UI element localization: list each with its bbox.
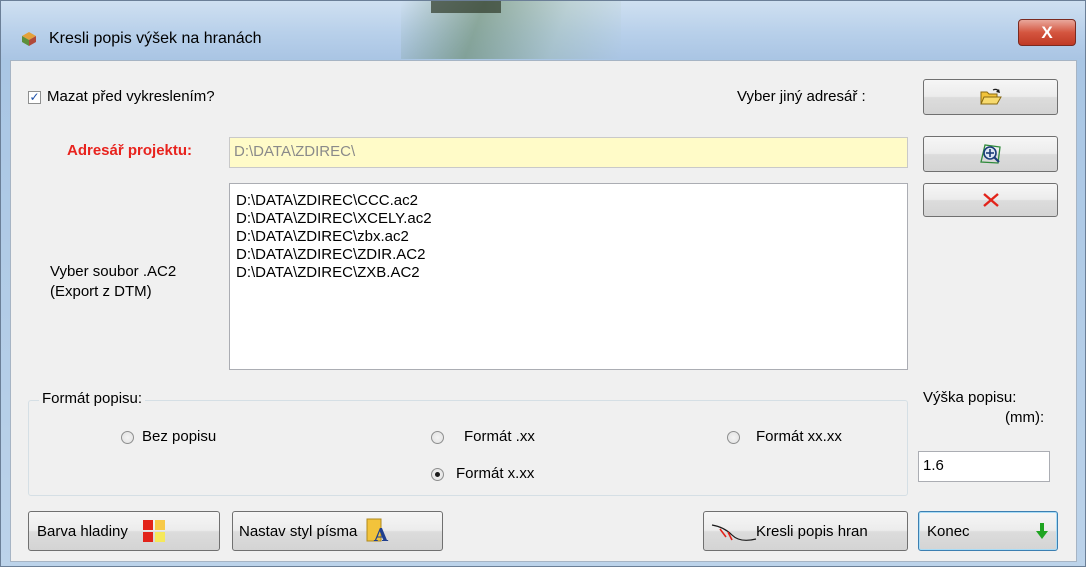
dialog-client-area: ✓ Mazat před vykreslením? Vyber jiný adr… <box>10 60 1077 562</box>
layer-color-button-label: Barva hladiny <box>37 522 128 540</box>
choose-dir-button[interactable] <box>923 79 1058 115</box>
height-input[interactable]: 1.6 <box>918 451 1050 482</box>
layer-color-button[interactable]: Barva hladiny <box>28 511 220 551</box>
file-select-sublabel: (Export z DTM) <box>50 283 152 300</box>
choose-dir-label: Vyber jiný adresář : <box>737 88 866 105</box>
radio-dot-xx[interactable] <box>431 431 444 444</box>
draw-edges-button-label: Kresli popis hran <box>756 522 868 540</box>
project-dir-label: Adresář projektu: <box>67 142 193 159</box>
title-bar[interactable]: Kresli popis výšek na hranách X <box>1 1 1085 59</box>
font-style-button-label: Nastav styl písma <box>239 522 358 540</box>
file-list-item[interactable]: D:\DATA\ZDIREC\XCELY.ac2 <box>236 210 901 228</box>
radio-x-xx-label: Formát x.xx <box>456 465 535 482</box>
radio-xx-xx-label: Formát xx.xx <box>756 428 842 445</box>
title-bar-background-fragment <box>431 1 501 13</box>
height-unit-label: (mm): <box>1005 409 1045 426</box>
project-dir-field[interactable]: D:\DATA\ZDIREC\ <box>229 137 908 168</box>
file-list-item[interactable]: D:\DATA\ZDIREC\ZDIR.AC2 <box>236 246 901 264</box>
file-listbox[interactable]: D:\DATA\ZDIREC\CCC.ac2 D:\DATA\ZDIREC\XC… <box>229 183 908 370</box>
dialog-window: Kresli popis výšek na hranách X ✓ Mazat … <box>0 0 1086 567</box>
radio-x-xx[interactable] <box>431 468 444 481</box>
file-list-item[interactable]: D:\DATA\ZDIREC\ZXB.AC2 <box>236 264 901 282</box>
green-down-arrow-icon <box>1036 523 1048 539</box>
close-button[interactable]: X <box>1018 19 1076 46</box>
app-cube-icon <box>22 32 36 46</box>
delete-before-draw-label: Mazat před vykreslením? <box>47 88 215 105</box>
color-grid-icon <box>142 520 165 542</box>
radio-xx-xx[interactable] <box>727 431 740 444</box>
zoom-magnifier-icon <box>979 144 1001 164</box>
red-x-icon <box>982 193 999 207</box>
svg-text:A: A <box>373 525 389 544</box>
format-group-label: Formát popisu: <box>39 390 146 407</box>
height-label: Výška popisu: <box>923 389 1017 406</box>
font-a-icon: A <box>366 518 389 544</box>
folder-open-icon <box>979 88 1002 105</box>
zoom-project-button[interactable] <box>923 136 1058 172</box>
file-list-item[interactable]: D:\DATA\ZDIREC\zbx.ac2 <box>236 228 901 246</box>
font-style-button[interactable]: Nastav styl písma A <box>232 511 443 551</box>
end-button[interactable]: Konec <box>918 511 1058 551</box>
file-select-label: Vyber soubor .AC2 <box>50 263 177 280</box>
file-list-item[interactable]: D:\DATA\ZDIREC\CCC.ac2 <box>236 192 901 210</box>
draw-edges-button[interactable]: Kresli popis hran <box>703 511 908 551</box>
radio-none-label: Bez popisu <box>142 428 217 445</box>
radio-none[interactable] <box>121 431 134 444</box>
end-button-label: Konec <box>927 522 970 540</box>
delete-before-draw-checkbox[interactable]: ✓ <box>28 91 41 104</box>
window-title: Kresli popis výšek na hranách <box>49 30 262 47</box>
delete-file-button[interactable] <box>923 183 1058 217</box>
radio-dot-xx-label: Formát .xx <box>464 428 535 445</box>
edge-line-icon <box>711 524 757 541</box>
